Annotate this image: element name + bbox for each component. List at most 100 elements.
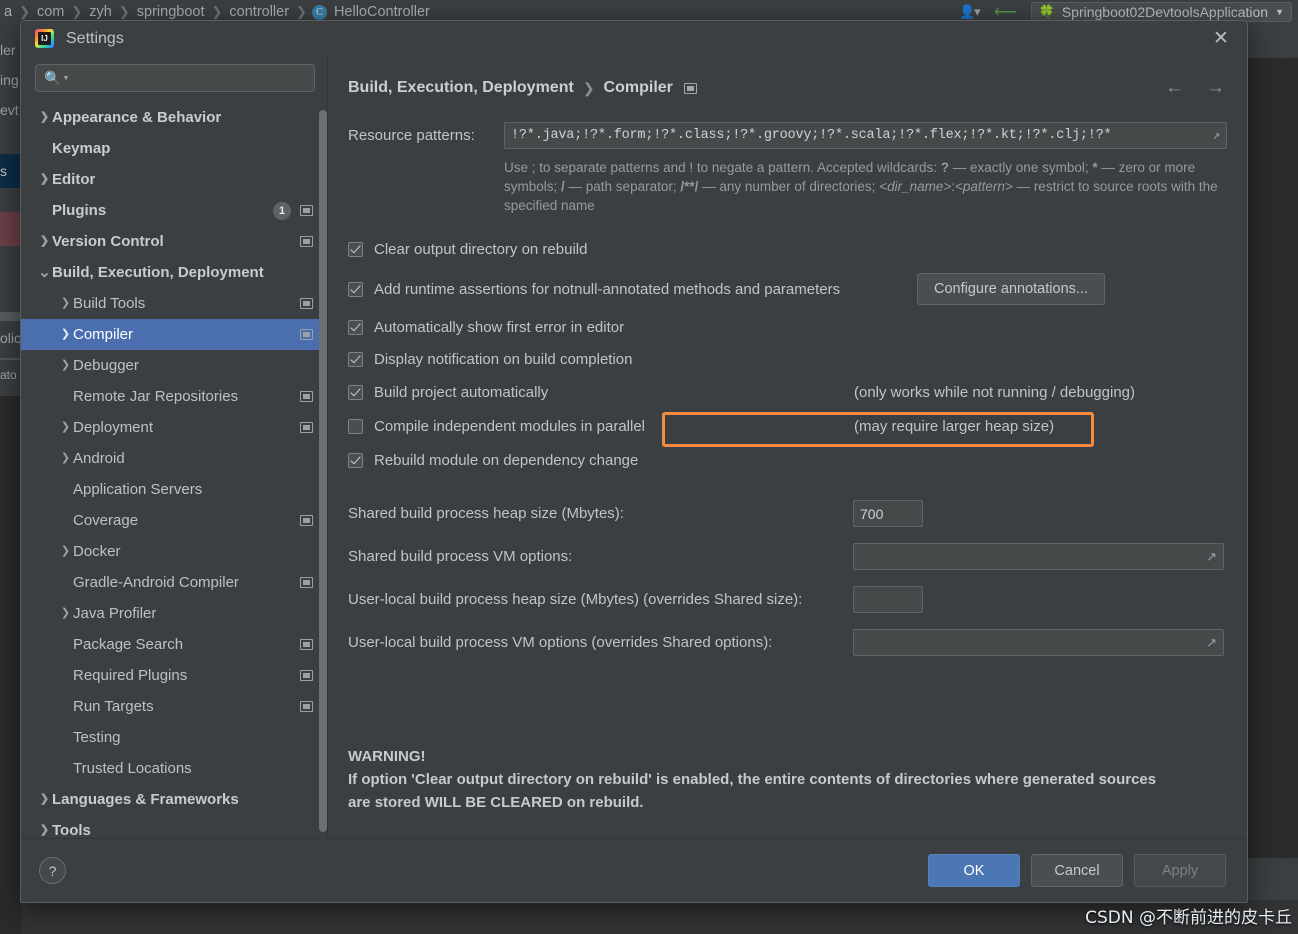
help-button[interactable]: ? — [39, 857, 66, 884]
build-hammer-icon[interactable]: ⟶ — [994, 2, 1017, 22]
tree-item-deployment[interactable]: ❯ Deployment — [21, 412, 327, 443]
checkbox-automatically-show-first-error-in-editor[interactable] — [348, 319, 363, 335]
project-scope-icon — [300, 329, 313, 340]
checkbox-row-automatically-show-first-error-in-editor[interactable]: Automatically show first error in editor — [348, 311, 1227, 343]
project-scope-icon — [300, 236, 313, 247]
field-label: User-local build process heap size (Mbyt… — [348, 591, 803, 608]
tree-item-package-search[interactable]: Package Search — [21, 629, 327, 660]
tree-scrollbar[interactable] — [319, 110, 327, 832]
chevron-right-icon[interactable]: ❯ — [37, 236, 52, 247]
chevron-right-icon[interactable]: ❯ — [58, 608, 73, 619]
search-input[interactable] — [69, 70, 306, 86]
breadcrumb-parent[interactable]: Build, Execution, Deployment — [348, 79, 574, 97]
chevron-right-icon[interactable]: ❯ — [37, 174, 52, 185]
project-tree-sliver: ler ing evt s olic ato — [0, 24, 22, 934]
input-shared-build-process-heap-size-mbytes[interactable]: 700 — [853, 500, 923, 527]
expand-icon[interactable]: ↗ — [1202, 549, 1217, 565]
resource-patterns-label: Resource patterns: — [348, 127, 475, 144]
chevron-right-icon[interactable]: ❯ — [58, 422, 73, 433]
close-icon[interactable]: ✕ — [1201, 24, 1241, 54]
cancel-button[interactable]: Cancel — [1031, 854, 1123, 887]
nav-back-icon[interactable]: ← — [1165, 77, 1184, 99]
tree-item-testing[interactable]: Testing — [21, 722, 327, 753]
tree-item-remote-jar-repositories[interactable]: Remote Jar Repositories — [21, 381, 327, 412]
checkbox-row-rebuild-module-on-dependency-change[interactable]: Rebuild module on dependency change — [348, 442, 1227, 478]
configure-annotations-button[interactable]: Configure annotations... — [917, 273, 1105, 305]
people-icon[interactable]: 👤▾ — [959, 4, 981, 20]
checkbox-row-clear-output-directory-on-rebuild[interactable]: Clear output directory on rebuild — [348, 231, 1227, 267]
tree-item-label: Languages & Frameworks — [52, 791, 239, 808]
chevron-right-icon[interactable]: ❯ — [58, 546, 73, 557]
tree-item-appearance-behavior[interactable]: ❯ Appearance & Behavior — [21, 102, 327, 133]
checkbox-build-project-automatically[interactable] — [348, 385, 363, 400]
apply-button[interactable]: Apply — [1134, 854, 1226, 887]
search-box[interactable]: 🔍 ▼ — [35, 64, 315, 92]
tree-item-label: Trusted Locations — [73, 760, 192, 777]
breadcrumb-item-springboot[interactable]: springboot — [135, 4, 207, 20]
settings-tree-list[interactable]: ❯ Appearance & Behavior Keymap ❯ Editor Plugi… — [21, 102, 327, 838]
checkbox-row-display-notification-on-build-completion[interactable]: Display notification on build completion — [348, 343, 1227, 375]
tree-item-debugger[interactable]: ❯ Debugger — [21, 350, 327, 381]
tree-item-label: Gradle-Android Compiler — [73, 574, 239, 591]
tree-item-editor[interactable]: ❯ Editor — [21, 164, 327, 195]
tree-item-application-servers[interactable]: Application Servers — [21, 474, 327, 505]
input-user-local-build-process-vm-options-overrides-sh[interactable]: ↗ — [853, 629, 1224, 656]
checkbox-label: Compile independent modules in parallel — [374, 417, 646, 435]
breadcrumb-chevron-icon: ❯ — [582, 79, 595, 96]
tree-item-version-control[interactable]: ❯ Version Control — [21, 226, 327, 257]
breadcrumb-item-controller[interactable]: controller — [227, 4, 291, 20]
tree-item-java-profiler[interactable]: ❯ Java Profiler — [21, 598, 327, 629]
checkbox-add-runtime-assertions-for-notnull-annotated-methods-and-parameters[interactable] — [348, 281, 363, 297]
chevron-right-icon[interactable]: ❯ — [58, 453, 73, 464]
tree-item-languages-frameworks[interactable]: ❯ Languages & Frameworks — [21, 784, 327, 815]
expand-icon[interactable]: ↗ — [1202, 635, 1217, 651]
breadcrumb-item-com[interactable]: com — [35, 4, 66, 20]
search-icon: 🔍 ▼ — [44, 69, 70, 86]
input-user-local-build-process-heap-size-mbytes-overri[interactable] — [853, 586, 923, 613]
checkbox-compile-independent-modules-in-parallel[interactable] — [348, 418, 363, 434]
plugin-update-badge: 1 — [273, 201, 291, 220]
tree-item-coverage[interactable]: Coverage — [21, 505, 327, 536]
tree-item-required-plugins[interactable]: Required Plugins — [21, 660, 327, 691]
tree-item-android[interactable]: ❯ Android — [21, 443, 327, 474]
tree-item-label: Testing — [73, 729, 121, 746]
tree-item-docker[interactable]: ❯ Docker — [21, 536, 327, 567]
checkbox-row-compile-independent-modules-in-parallel[interactable]: Compile independent modules in parallel (… — [348, 410, 1227, 442]
run-configuration-selector[interactable]: 🍀 Springboot02DevtoolsApplication ▼ — [1030, 2, 1292, 22]
checkbox-display-notification-on-build-completion[interactable] — [348, 351, 363, 367]
chevron-right-icon[interactable]: ❯ — [37, 825, 52, 836]
resource-patterns-input[interactable]: !?*.java;!?*.form;!?*.class;!?*.groovy;!… — [504, 122, 1227, 149]
tree-item-compiler[interactable]: ❯ Compiler — [21, 319, 327, 350]
tree-item-build-tools[interactable]: ❯ Build Tools — [21, 288, 327, 319]
compiler-options-group: Clear output directory on rebuild Add run… — [348, 231, 1227, 478]
chevron-right-icon[interactable]: ❯ — [37, 794, 52, 805]
tree-item-keymap[interactable]: Keymap — [21, 133, 327, 164]
chevron-right-icon[interactable]: ❯ — [58, 298, 73, 309]
tree-item-tools[interactable]: ❯ Tools — [21, 815, 327, 838]
breadcrumb-separator: ❯ — [296, 4, 307, 19]
chevron-right-icon[interactable]: ❯ — [37, 112, 52, 123]
expand-icon[interactable]: ↗ — [1208, 128, 1220, 143]
tree-item-run-targets[interactable]: Run Targets — [21, 691, 327, 722]
checkbox-row-build-project-automatically[interactable]: Build project automatically (only works w… — [348, 375, 1227, 410]
tree-item-plugins[interactable]: Plugins 1 — [21, 195, 327, 226]
tree-item-label: Package Search — [73, 636, 184, 653]
tree-item-gradle-android-compiler[interactable]: Gradle-Android Compiler — [21, 567, 327, 598]
nav-forward-icon[interactable]: → — [1206, 77, 1225, 99]
chevron-right-icon[interactable]: ❯ — [58, 360, 73, 371]
tree-item-build-execution-deployment[interactable]: ⌄ Build, Execution, Deployment — [21, 257, 327, 288]
input-shared-build-process-vm-options[interactable]: ↗ — [853, 543, 1224, 570]
tree-item-trusted-locations[interactable]: Trusted Locations — [21, 753, 327, 784]
checkbox-row-add-runtime-assertions-for-notnull-annotated-methods-and-parameters[interactable]: Add runtime assertions for notnull-annot… — [348, 267, 1227, 311]
checkbox-clear-output-directory-on-rebuild[interactable] — [348, 241, 363, 257]
sliver-text-4: olic — [0, 330, 22, 346]
content-scroll-area: Resource patterns: !?*.java;!?*.form;!?*… — [328, 100, 1247, 838]
chevron-right-icon[interactable]: ❯ — [58, 329, 73, 340]
breadcrumb-item-zyh[interactable]: zyh — [87, 4, 114, 20]
breadcrumb-item-class[interactable]: HelloController — [332, 4, 432, 20]
ok-button[interactable]: OK — [928, 854, 1020, 887]
checkbox-rebuild-module-on-dependency-change[interactable] — [348, 452, 363, 468]
project-scope-icon — [300, 422, 313, 433]
chevron-down-icon[interactable]: ⌄ — [37, 265, 52, 280]
breadcrumb-item-a[interactable]: a — [2, 4, 14, 20]
